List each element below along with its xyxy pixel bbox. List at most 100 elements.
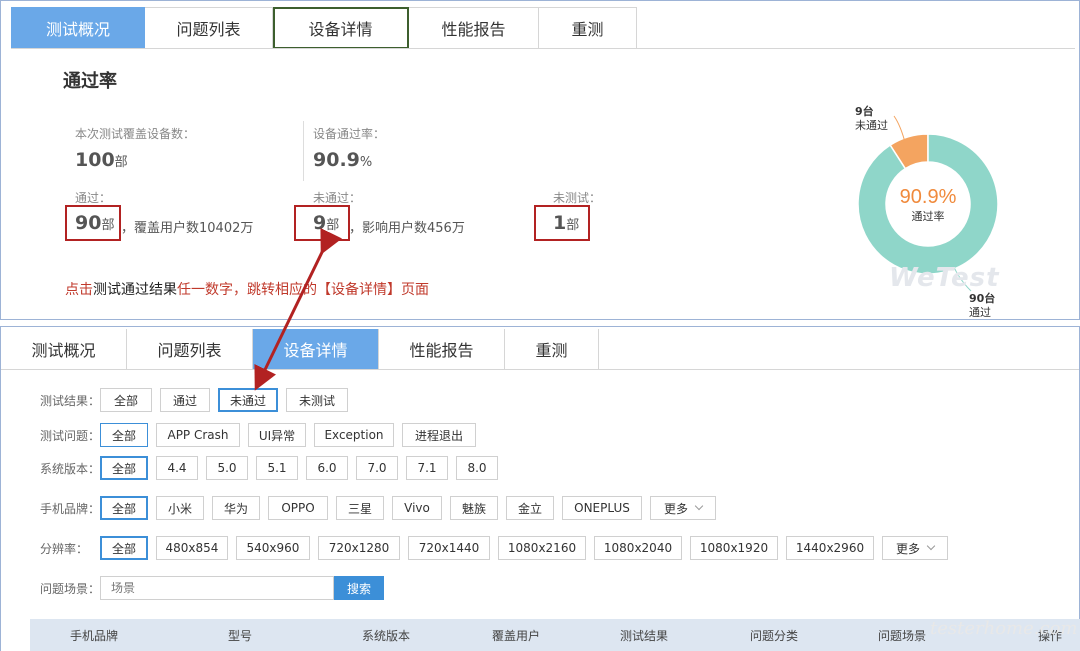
res-more-label: 更多 (895, 541, 920, 556)
filter-res-720x1280[interactable]: 720x1280 (318, 536, 400, 560)
tab-overview-2[interactable]: 测试概况 (1, 329, 127, 369)
tab-issue-list-2[interactable]: 问题列表 (127, 329, 253, 369)
untested-unit: 部 (566, 218, 580, 233)
filter-res-1080x1920[interactable]: 1080x1920 (690, 536, 778, 560)
covered-users: ，覆盖用户数10402万 (121, 221, 254, 236)
filter-os-5-1[interactable]: 5.1 (256, 456, 298, 480)
th-issue-scenario[interactable]: 问题场景 (878, 627, 926, 644)
passed-count-link[interactable]: 90部 (75, 212, 114, 234)
filter-brand-xiaomi[interactable]: 小米 (156, 496, 204, 520)
filter-row-issue: 测试问题： 全部 APP Crash UI异常 Exception 进程退出 (40, 423, 484, 447)
filter-result-passed[interactable]: 通过 (160, 388, 210, 412)
filter-res-all[interactable]: 全部 (100, 536, 148, 560)
filter-os-6-0[interactable]: 6.0 (306, 456, 348, 480)
tab-performance-report[interactable]: 性能报告 (409, 7, 539, 49)
scenario-search-row: 问题场景： 搜索 (40, 576, 384, 600)
filter-brand-huawei[interactable]: 华为 (212, 496, 260, 520)
failed-number: 9 (313, 212, 327, 234)
untested-number: 1 (553, 212, 567, 234)
tab-device-details[interactable]: 设备详情 (273, 7, 409, 49)
filter-result-all[interactable]: 全部 (100, 388, 152, 412)
overview-panel: 测试概况 问题列表 设备详情 性能报告 重测 通过率 本次测试覆盖设备数： 10… (0, 0, 1080, 320)
note-part-3: 任一数字，跳转相应的【设备详情】页面 (177, 282, 429, 298)
filter-os-7-0[interactable]: 7.0 (356, 456, 398, 480)
search-button[interactable]: 搜索 (334, 576, 384, 600)
filter-brand-gionee[interactable]: 金立 (506, 496, 554, 520)
failed-count-link[interactable]: 9部 (313, 212, 339, 234)
th-issue-category[interactable]: 问题分类 (750, 627, 798, 644)
filter-res-1080x2040[interactable]: 1080x2040 (594, 536, 682, 560)
brand-more-label: 更多 (663, 501, 688, 516)
filter-row-os-version: 系统版本： 全部 4.4 5.0 5.1 6.0 7.0 7.1 8.0 (40, 456, 506, 480)
filter-brand-oppo[interactable]: OPPO (268, 496, 328, 520)
filter-res-480x854[interactable]: 480x854 (156, 536, 228, 560)
filter-label-result: 测试结果： (40, 393, 101, 408)
tab-divider-2 (1, 369, 1079, 370)
th-test-result[interactable]: 测试结果 (620, 627, 668, 644)
tab-overview[interactable]: 测试概况 (11, 7, 145, 49)
filter-res-540x960[interactable]: 540x960 (236, 536, 310, 560)
donut-center-label: 通过率 (912, 209, 945, 223)
filter-issue-exception[interactable]: Exception (314, 423, 394, 447)
wetest-watermark: WeTest (889, 263, 1000, 293)
tab-issue-list[interactable]: 问题列表 (145, 7, 273, 49)
filter-os-5-0[interactable]: 5.0 (206, 456, 248, 480)
th-os-version[interactable]: 系统版本 (362, 627, 410, 644)
passed-unit: 部 (101, 218, 115, 233)
untested-count-link[interactable]: 1部 (553, 212, 579, 234)
filter-row-brand: 手机品牌： 全部 小米 华为 OPPO 三星 Vivo 魅族 金立 ONEPLU… (40, 496, 724, 520)
passed-slice-label: 90台 通过 (969, 292, 995, 320)
filter-issue-all[interactable]: 全部 (100, 423, 148, 447)
filter-brand-meizu[interactable]: 魅族 (450, 496, 498, 520)
coverage-unit: 部 (114, 155, 128, 170)
pass-rate-label: 设备通过率： (313, 127, 386, 141)
filter-issue-process-exit[interactable]: 进程退出 (402, 423, 476, 447)
filter-issue-app-crash[interactable]: APP Crash (156, 423, 240, 447)
filter-brand-vivo[interactable]: Vivo (392, 496, 442, 520)
tab-retest-2[interactable]: 重测 (505, 329, 599, 369)
filter-label-os-version: 系统版本： (40, 461, 101, 476)
filter-brand-samsung[interactable]: 三星 (336, 496, 384, 520)
filter-result-failed[interactable]: 未通过 (218, 388, 278, 412)
filter-res-720x1440[interactable]: 720x1440 (408, 536, 490, 560)
chevron-down-icon (694, 501, 704, 511)
tab-performance-report-2[interactable]: 性能报告 (379, 329, 505, 369)
scenario-search-input[interactable] (100, 576, 334, 600)
overview-tabs: 测试概况 问题列表 设备详情 性能报告 重测 (11, 7, 637, 49)
passed-number: 90 (75, 212, 102, 234)
filter-brand-oneplus[interactable]: ONEPLUS (562, 496, 642, 520)
passed-label: 通过： (75, 191, 112, 205)
filter-brand-all[interactable]: 全部 (100, 496, 148, 520)
pass-rate-title: 通过率 (63, 71, 117, 92)
note-part-1: 点击 (65, 282, 93, 298)
filter-os-all[interactable]: 全部 (100, 456, 148, 480)
filter-res-1440x2960[interactable]: 1440x2960 (786, 536, 874, 560)
filter-res-1080x2160[interactable]: 1080x2160 (498, 536, 586, 560)
failed-unit: 部 (326, 218, 340, 233)
failed-label: 未通过： (313, 191, 362, 205)
filter-os-4-4[interactable]: 4.4 (156, 456, 198, 480)
testerhome-watermark: testerhome.com (930, 618, 1078, 639)
filter-os-8-0[interactable]: 8.0 (456, 456, 498, 480)
filter-label-brand: 手机品牌： (40, 501, 101, 516)
coverage-value: 100部 (75, 149, 128, 171)
pass-rate-value: 90.9% (313, 149, 372, 171)
pass-rate-number: 90.9 (313, 149, 360, 171)
th-brand[interactable]: 手机品牌 (70, 627, 118, 644)
th-model[interactable]: 型号 (228, 627, 252, 644)
tab-retest[interactable]: 重测 (539, 7, 637, 49)
filter-label-resolution: 分辨率： (40, 541, 89, 556)
filter-result-untested[interactable]: 未测试 (286, 388, 348, 412)
chevron-down-icon (926, 541, 936, 551)
filter-os-7-1[interactable]: 7.1 (406, 456, 448, 480)
filter-issue-ui-error[interactable]: UI异常 (248, 423, 306, 447)
passed-slice-count: 90台 (969, 292, 996, 305)
failed-slice-name: 未通过 (855, 119, 888, 132)
failed-slice-label: 9台 未通过 (855, 105, 888, 133)
filter-brand-more-dropdown[interactable]: 更多 (650, 496, 716, 520)
th-covered-users[interactable]: 覆盖用户 (492, 627, 540, 644)
filter-res-more-dropdown[interactable]: 更多 (882, 536, 948, 560)
filter-row-result: 测试结果： 全部 通过 未通过 未测试 (40, 388, 356, 412)
tab-device-details-2[interactable]: 设备详情 (253, 329, 379, 369)
failed-slice-count: 9台 (855, 105, 874, 118)
